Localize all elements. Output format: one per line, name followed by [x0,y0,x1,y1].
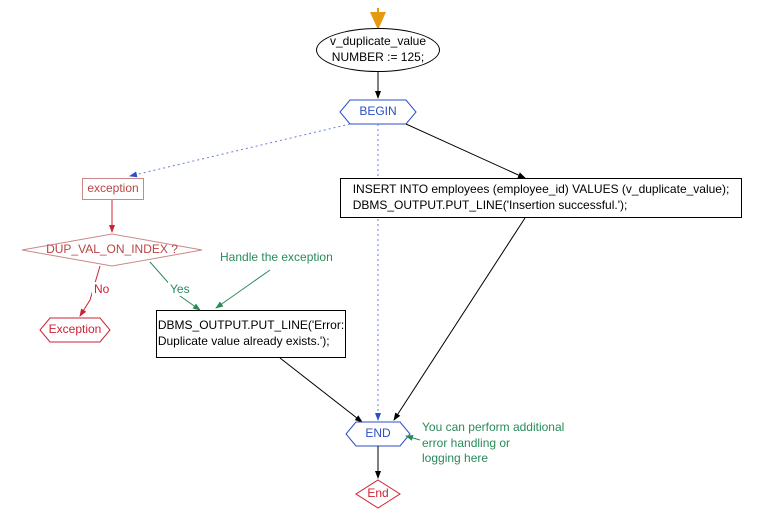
comment-handle-exception: Handle the exception [220,250,333,266]
exception-terminal-label: Exception [44,322,106,336]
exception-handler-node: DBMS_OUTPUT.PUT_LINE('Error: Duplicate v… [156,310,346,358]
insert-statement-node: INSERT INTO employees (employee_id) VALU… [340,178,742,218]
begin-node-label: BEGIN [340,100,416,124]
comment-additional-handling: You can perform additional error handlin… [422,420,564,467]
dup-val-check-label: DUP_VAL_ON_INDEX ? [22,242,202,256]
start-declaration-node: v_duplicate_value NUMBER := 125; [316,28,440,72]
edge-label-no: No [92,282,111,296]
exception-node: exception [82,178,144,200]
edge-label-yes: Yes [168,282,192,296]
end-node-label: END [346,426,410,440]
end-terminal-label: End [356,486,400,500]
